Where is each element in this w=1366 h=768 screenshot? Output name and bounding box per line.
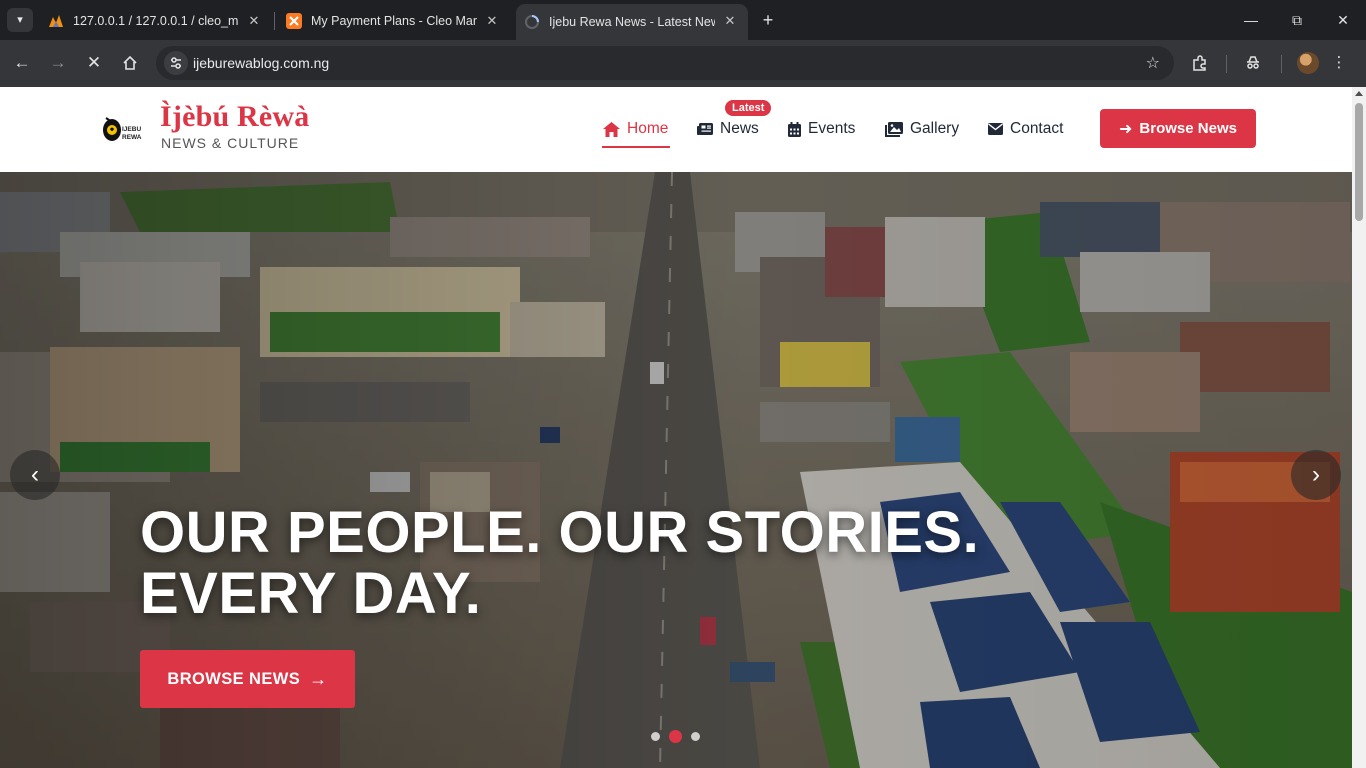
browser-tab-phpmyadmin[interactable]: 127.0.0.1 / 127.0.0.1 / cleo_marketplace… bbox=[40, 6, 272, 36]
svg-text:REWA: REWA bbox=[122, 134, 142, 141]
new-tab-icon[interactable]: + bbox=[758, 9, 778, 31]
xampp-icon bbox=[286, 13, 302, 29]
close-tab-icon[interactable]: ✕ bbox=[246, 13, 262, 29]
forward-icon[interactable]: → bbox=[44, 49, 72, 77]
nav-home-label: Home bbox=[627, 120, 669, 137]
hero-carousel: ‹ › OUR PEOPLE. OUR STORIES. EVERY DAY. … bbox=[0, 172, 1352, 768]
address-bar[interactable]: ijeburewablog.com.ng ☆ bbox=[156, 46, 1174, 80]
tab-divider bbox=[274, 12, 275, 30]
hero-headline-line1: OUR PEOPLE. OUR STORIES. bbox=[140, 500, 980, 565]
home-browser-icon[interactable] bbox=[116, 49, 144, 77]
envelope-icon bbox=[988, 123, 1003, 135]
hero-browse-news-label: BROWSE NEWS bbox=[167, 669, 301, 688]
url-text: ijeburewablog.com.ng bbox=[193, 55, 330, 71]
calendar-icon bbox=[788, 121, 801, 137]
newspaper-icon bbox=[697, 122, 713, 136]
toolbar-divider bbox=[1281, 55, 1282, 73]
logo-text: IJEBU bbox=[122, 126, 141, 133]
hero-browse-news-button[interactable]: BROWSE NEWS → bbox=[140, 650, 355, 708]
nav-active-underline bbox=[602, 146, 670, 148]
close-window-icon[interactable]: ✕ bbox=[1328, 8, 1358, 32]
carousel-prev-button[interactable]: ‹ bbox=[10, 450, 60, 500]
extensions-icon[interactable] bbox=[1188, 51, 1212, 75]
bookmark-star-icon[interactable]: ☆ bbox=[1146, 53, 1160, 73]
close-tab-icon[interactable]: ✕ bbox=[484, 13, 500, 29]
incognito-lab-icon[interactable] bbox=[1241, 51, 1265, 75]
tab-title: 127.0.0.1 / 127.0.0.1 / cleo_marketplace bbox=[73, 14, 239, 28]
site-logo[interactable]: IJEBU REWA bbox=[101, 109, 145, 149]
phpmyadmin-icon bbox=[48, 13, 64, 29]
profile-avatar[interactable] bbox=[1297, 52, 1319, 74]
browser-tab-payment-plans[interactable]: My Payment Plans - Cleo Marketplace ✕ bbox=[278, 6, 510, 36]
browser-menu-icon[interactable]: ⋮ bbox=[1327, 51, 1351, 75]
loading-spinner-icon bbox=[524, 14, 540, 30]
hero-headline-line2: EVERY DAY. bbox=[140, 561, 482, 626]
nav-contact-label: Contact bbox=[1010, 120, 1064, 137]
carousel-indicator-3[interactable] bbox=[691, 732, 700, 741]
site-info-icon[interactable] bbox=[164, 51, 188, 75]
minimize-icon[interactable]: — bbox=[1236, 8, 1266, 32]
carousel-next-button[interactable]: › bbox=[1291, 450, 1341, 500]
arrow-right-icon: → bbox=[309, 668, 328, 689]
images-icon bbox=[885, 121, 903, 137]
nav-events[interactable]: Events bbox=[788, 118, 855, 140]
site-header: IJEBU REWA Ìjèbú Rèwà NEWS & CULTURE Hom… bbox=[0, 87, 1352, 172]
toolbar-divider bbox=[1226, 55, 1227, 73]
back-icon[interactable]: ← bbox=[8, 49, 36, 77]
scroll-thumb[interactable] bbox=[1355, 103, 1363, 221]
stop-loading-icon[interactable]: ✕ bbox=[80, 49, 108, 77]
nav-events-label: Events bbox=[808, 120, 856, 137]
carousel-indicator-2[interactable] bbox=[669, 730, 682, 743]
header-browse-news-label: Browse News bbox=[1139, 120, 1237, 137]
nav-news[interactable]: News bbox=[697, 118, 759, 140]
tab-title: Ijebu Rewa News - Latest News bbox=[549, 15, 715, 29]
nav-gallery[interactable]: Gallery bbox=[885, 118, 959, 140]
close-tab-icon[interactable]: ✕ bbox=[722, 13, 738, 29]
tab-search-button[interactable]: ▾ bbox=[7, 8, 33, 32]
header-browse-news-button[interactable]: ➜ Browse News bbox=[1100, 109, 1256, 148]
nav-home[interactable]: Home bbox=[603, 118, 668, 140]
scroll-up-arrow-icon[interactable] bbox=[1355, 91, 1363, 96]
latest-badge: Latest bbox=[725, 100, 772, 116]
browser-tab-ijebu-rewa[interactable]: Ijebu Rewa News - Latest News ✕ bbox=[516, 4, 748, 40]
nav-gallery-label: Gallery bbox=[910, 120, 960, 137]
restore-icon[interactable]: ⧉ bbox=[1282, 8, 1312, 32]
browser-toolbar: ← → ✕ ijeburewablog.com.ng ☆ ⋮ bbox=[0, 40, 1366, 87]
nav-news-label: News bbox=[720, 120, 759, 137]
hero-headline: OUR PEOPLE. OUR STORIES. EVERY DAY. bbox=[140, 502, 1040, 624]
home-icon bbox=[603, 121, 620, 137]
browser-tabstrip: ▾ 127.0.0.1 / 127.0.0.1 / cleo_marketpla… bbox=[0, 0, 1366, 40]
brand-tagline: NEWS & CULTURE bbox=[161, 135, 300, 151]
tab-title: My Payment Plans - Cleo Marketplace bbox=[311, 14, 477, 28]
arrow-right-icon: ➜ bbox=[1119, 120, 1133, 138]
carousel-indicator-1[interactable] bbox=[651, 732, 660, 741]
page-viewport: IJEBU REWA Ìjèbú Rèwà NEWS & CULTURE Hom… bbox=[0, 87, 1352, 768]
page-scrollbar[interactable] bbox=[1352, 87, 1366, 768]
nav-contact[interactable]: Contact bbox=[988, 118, 1063, 140]
brand-name[interactable]: Ìjèbú Rèwà bbox=[160, 100, 310, 134]
